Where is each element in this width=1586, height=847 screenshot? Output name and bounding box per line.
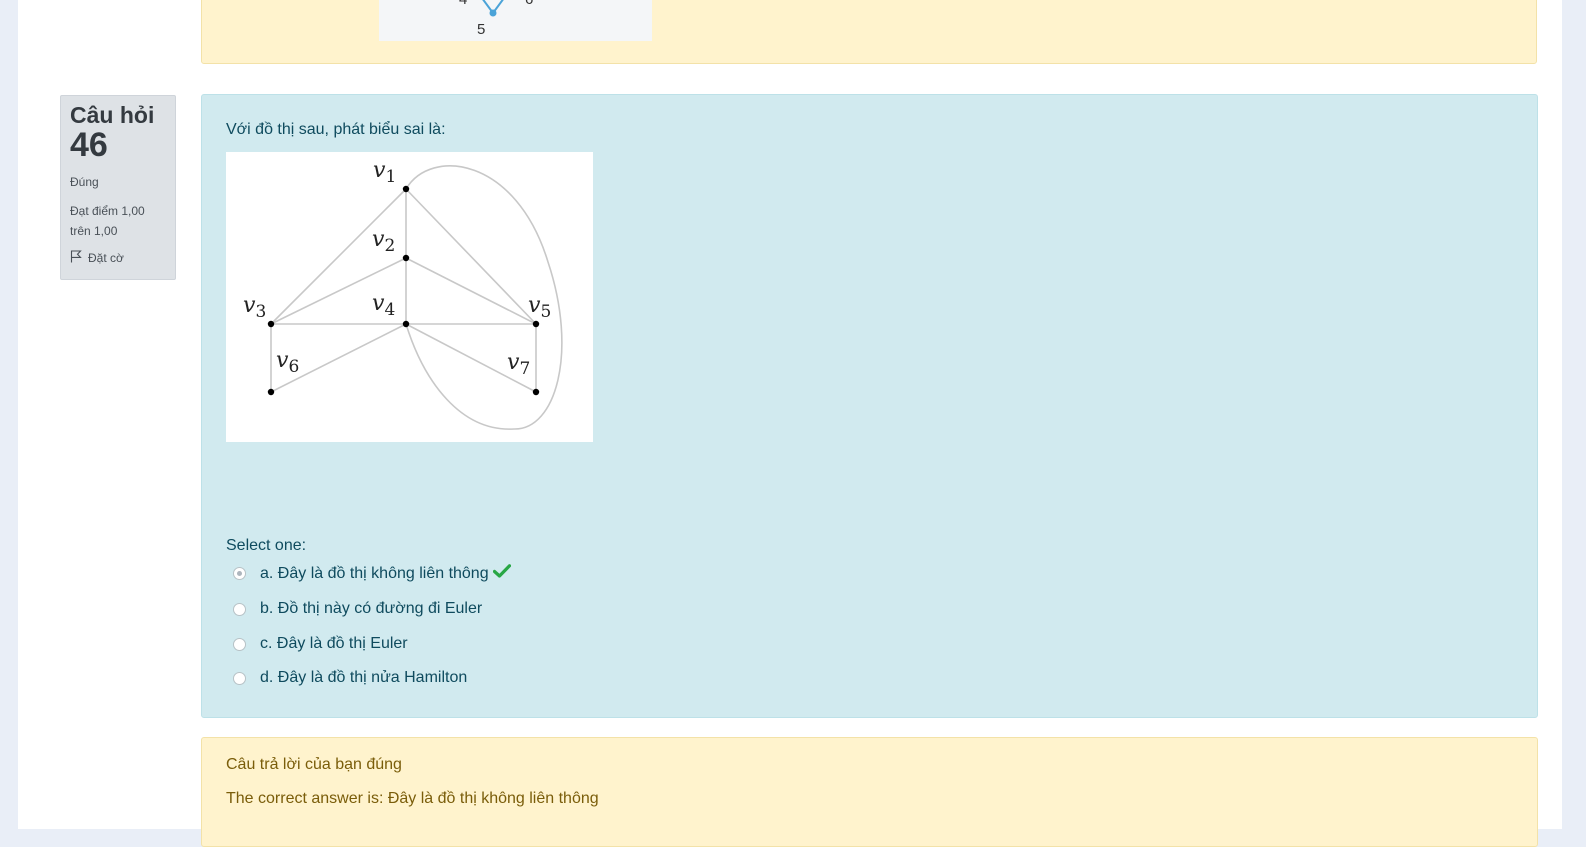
question-number: 46 (70, 126, 108, 164)
node-label-v6: v6 (276, 348, 299, 377)
node-label-v2: v2 (372, 227, 395, 256)
select-prompt: Select one: (226, 537, 307, 554)
graph-image: v1 v2 v3 v4 v5 v6 v7 (226, 152, 593, 442)
node-label-v5: v5 (528, 293, 551, 322)
answer-b-label: b. Đồ thị này có đường đi Euler (260, 600, 483, 617)
page: 4 5 6 Câu hỏi 46 Đúng Đạt điểm 1,00 trên… (18, 0, 1562, 847)
flag-question-button[interactable]: Đặt cờ (70, 250, 166, 266)
grade-line-2: trên 1,00 (70, 224, 118, 238)
flag-label: Đặt cờ (88, 251, 124, 265)
node-label-v4: v4 (372, 291, 395, 320)
answer-a-label: a. Đây là đồ thị không liên thông (260, 564, 489, 582)
answer-option-d[interactable]: d. Đây là đồ thị nửa Hamilton (233, 669, 467, 687)
answer-a-radio[interactable] (233, 567, 246, 580)
answer-option-a[interactable]: a. Đây là đồ thị không liên thông (233, 564, 511, 583)
question-text: Với đồ thị sau, phát biểu sai là: (226, 121, 446, 138)
flag-icon (70, 250, 82, 266)
feedback-box: Câu trả lời của bạn đúng The correct ans… (201, 737, 1538, 847)
correct-check-icon (492, 564, 511, 583)
prev-label-4: 4 (459, 0, 467, 8)
grade-line-1: Đạt điểm 1,00 (70, 204, 145, 218)
prev-label-5: 5 (477, 21, 485, 38)
feedback-result: Câu trả lời của bạn đúng (226, 756, 402, 773)
feedback-correct-answer: The correct answer is: Đây là đồ thị khô… (226, 790, 599, 807)
answer-c-radio[interactable] (233, 637, 246, 651)
previous-question-image: 4 5 6 (379, 0, 652, 41)
answer-option-c[interactable]: c. Đây là đồ thị Euler (233, 635, 408, 653)
answer-c-label: c. Đây là đồ thị Euler (260, 635, 408, 652)
node-label-v1: v1 (373, 158, 396, 187)
question-formulation: Với đồ thị sau, phát biểu sai là: v1 v2 … (201, 94, 1538, 718)
question-label: Câu hỏi (70, 102, 155, 128)
question-grade: Đạt điểm 1,00 trên 1,00 (70, 201, 166, 241)
question-info-panel: Câu hỏi 46 Đúng Đạt điểm 1,00 trên 1,00 … (60, 95, 176, 280)
answer-d-label: d. Đây là đồ thị nửa Hamilton (260, 669, 468, 686)
answer-b-radio[interactable] (233, 602, 246, 616)
question-state: Đúng (70, 175, 99, 189)
answer-option-b[interactable]: b. Đồ thị này có đường đi Euler (233, 600, 482, 618)
prev-label-6: 6 (525, 0, 533, 8)
node-label-v7: v7 (507, 350, 530, 379)
answer-d-radio[interactable] (233, 671, 246, 685)
node-label-v3: v3 (243, 293, 266, 322)
